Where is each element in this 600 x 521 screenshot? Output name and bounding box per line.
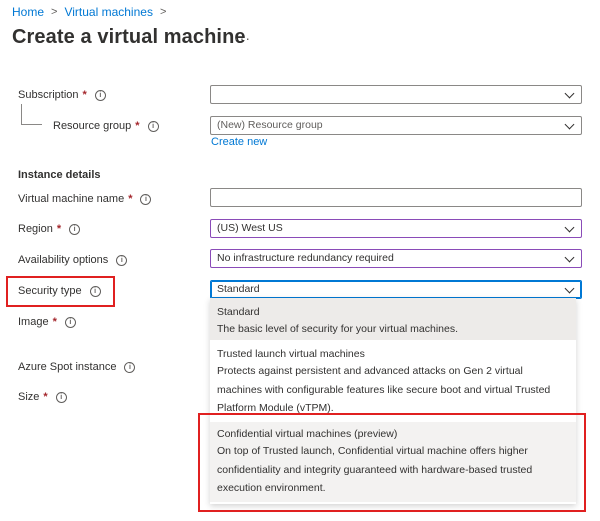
region-label: Region * i	[18, 223, 81, 235]
info-icon[interactable]: i	[140, 193, 152, 205]
required-marker: *	[128, 193, 133, 205]
breadcrumb: Home > Virtual machines >	[12, 5, 166, 19]
size-label: Size * i	[18, 391, 67, 403]
availability-options-label: Availability options i	[18, 254, 128, 266]
chevron-right-icon: >	[51, 6, 58, 18]
subscription-label: Subscription * i	[18, 89, 106, 101]
required-marker: *	[52, 316, 57, 328]
chevron-down-icon	[564, 88, 575, 99]
option-description: The basic level of security for your vir…	[217, 323, 459, 335]
region-select[interactable]: (US) West US	[210, 219, 582, 238]
option-title: Standard	[217, 306, 260, 318]
resource-group-label: Resource group * i	[53, 120, 159, 132]
info-icon[interactable]: i	[94, 89, 106, 101]
breadcrumb-home[interactable]: Home	[12, 5, 44, 19]
tree-connector	[21, 104, 42, 125]
info-icon[interactable]: i	[55, 391, 67, 403]
breadcrumb-virtual-machines[interactable]: Virtual machines	[64, 5, 153, 19]
availability-options-select[interactable]: No infrastructure redundancy required	[210, 249, 582, 268]
info-icon[interactable]: i	[64, 316, 76, 328]
vm-name-input[interactable]	[210, 188, 582, 207]
option-title: Trusted launch virtual machines	[217, 348, 365, 360]
section-heading-instance-details: Instance details	[18, 169, 101, 181]
required-marker: *	[43, 391, 48, 403]
subscription-select[interactable]	[210, 85, 582, 104]
page-title: Create a virtual machine	[12, 26, 246, 48]
azure-spot-label: Azure Spot instance i	[18, 361, 136, 373]
chevron-down-icon	[564, 283, 575, 294]
option-trusted-launch[interactable]: Trusted launch virtual machines Protects…	[210, 345, 576, 414]
security-type-label: Security type i	[18, 285, 101, 297]
resource-group-select[interactable]: (New) Resource group	[210, 116, 582, 135]
info-icon[interactable]: i	[147, 120, 159, 132]
required-marker: *	[135, 120, 140, 132]
required-marker: *	[82, 89, 87, 101]
create-new-link[interactable]: Create new	[211, 136, 267, 148]
chevron-down-icon	[564, 252, 575, 263]
info-icon[interactable]: i	[124, 361, 136, 373]
security-type-select[interactable]: Standard	[210, 280, 582, 299]
chevron-right-icon: >	[159, 6, 167, 18]
chevron-down-icon	[564, 222, 575, 233]
vm-name-label: Virtual machine name * i	[18, 193, 152, 205]
more-options-icon[interactable]: ···	[234, 30, 251, 46]
info-icon[interactable]: i	[89, 285, 101, 297]
info-icon[interactable]: i	[116, 254, 128, 266]
chevron-down-icon	[564, 119, 575, 130]
option-description: Protects against persistent and advanced…	[217, 365, 551, 414]
confidential-highlight	[198, 413, 586, 512]
option-standard[interactable]: Standard The basic level of security for…	[210, 298, 576, 340]
image-label: Image * i	[18, 316, 76, 328]
required-marker: *	[56, 223, 62, 235]
info-icon[interactable]: i	[69, 223, 81, 235]
